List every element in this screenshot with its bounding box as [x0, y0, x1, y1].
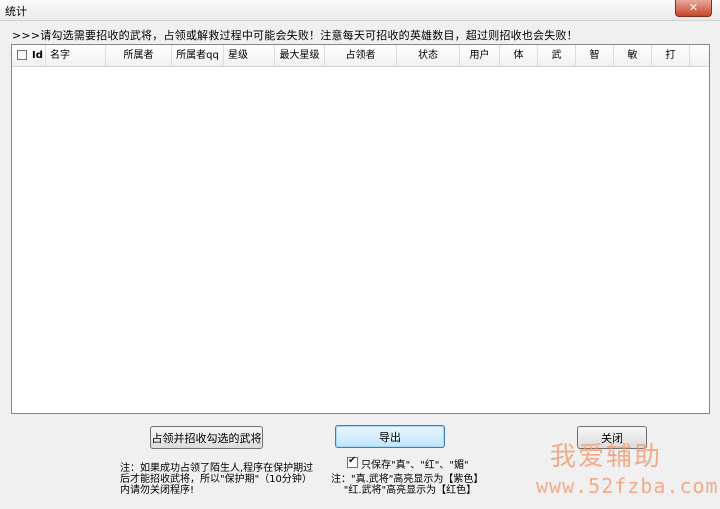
column-label: 用户 [469, 50, 490, 61]
checkmark-icon: ✔ [348, 455, 357, 466]
column-header-force[interactable]: 武 [538, 45, 576, 66]
column-header-fight[interactable]: 打 [652, 45, 690, 66]
column-header-name[interactable]: 名字 [46, 45, 106, 66]
protection-note: 注：如果成功占领了陌生人,程序在保护期过 后才能招收武将，所以"保护期"（10分… [120, 463, 314, 496]
column-label: 武 [551, 50, 562, 61]
column-header-stamina[interactable]: 体 [500, 45, 538, 66]
column-header-agility[interactable]: 敏 [614, 45, 652, 66]
column-label: 打 [665, 50, 676, 61]
title-bar: 统计 ✕ [0, 0, 720, 21]
column-label: 所属者qq [176, 50, 219, 61]
column-label: 状态 [418, 50, 438, 61]
watermark-logo-text: 我爱辅助 [550, 442, 663, 472]
select-all-checkbox[interactable] [17, 50, 27, 60]
column-label-id: Id [32, 50, 43, 61]
watermark-url: www.52fzba.com [536, 474, 719, 498]
export-button[interactable]: 导出 [335, 425, 445, 448]
column-header-star[interactable]: 星级 [224, 45, 275, 66]
column-header-id[interactable]: Id [12, 45, 46, 66]
column-label: 所属者 [123, 50, 154, 61]
column-header-max-star[interactable]: 最大星级 [275, 45, 325, 66]
column-label: 智 [589, 50, 600, 61]
column-header-status[interactable]: 状态 [397, 45, 460, 66]
column-header-user[interactable]: 用户 [460, 45, 500, 66]
column-header-owner-qq[interactable]: 所属者qq [172, 45, 224, 66]
only-save-checkbox[interactable]: ✔ [347, 455, 358, 468]
column-header-owner[interactable]: 所属者 [106, 45, 172, 66]
column-label: 名字 [50, 50, 70, 61]
instruction-text: >>>请勾选需要招收的武将，占领或解救过程中可能会失败！注意每天可招收的英雄数目… [12, 29, 578, 42]
column-label: 最大星级 [279, 50, 320, 61]
column-label: 占领者 [345, 50, 376, 61]
only-save-label: 只保存"真"、"红"、"媚" [361, 460, 469, 471]
occupy-recruit-button[interactable]: 占领并招收勾选的武将 [150, 426, 263, 449]
close-window-button[interactable]: ✕ [675, 0, 712, 17]
highlight-note: 注："真.武将"高亮显示为【紫色】 "红.武将"高亮显示为【红色】 [331, 474, 484, 496]
table-header: Id 名字 所属者 所属者qq 星级 最大星级 占领者 状态 用户 体 武 智 … [12, 45, 709, 67]
hero-table[interactable]: Id 名字 所属者 所属者qq 星级 最大星级 占领者 状态 用户 体 武 智 … [11, 44, 710, 414]
column-label: 敏 [627, 50, 638, 61]
close-icon: ✕ [688, 1, 699, 14]
window-title: 统计 [5, 5, 27, 18]
column-label: 星级 [228, 50, 248, 61]
column-label: 体 [513, 50, 524, 61]
column-header-intellect[interactable]: 智 [576, 45, 614, 66]
column-header-occupier[interactable]: 占领者 [325, 45, 397, 66]
